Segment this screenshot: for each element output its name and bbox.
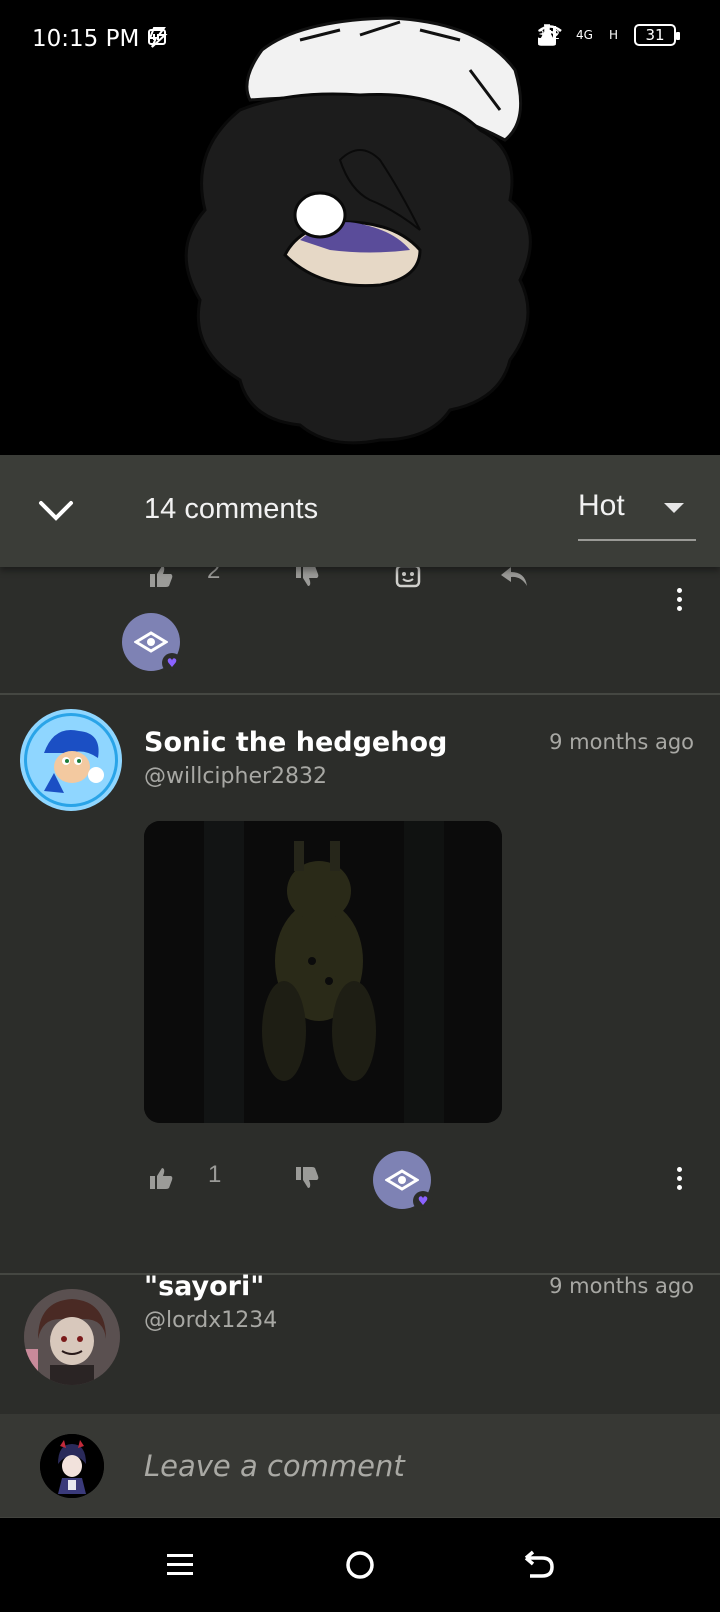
heart-icon: ♥ — [162, 653, 182, 673]
menu-button[interactable] — [152, 1540, 208, 1590]
battery-level: 31 — [645, 26, 665, 44]
more-options-button[interactable] — [664, 1158, 694, 1198]
like-button[interactable] — [146, 1163, 176, 1193]
reply-icon — [501, 567, 527, 586]
divider — [0, 693, 720, 695]
comment-author-handle[interactable]: @lordx1234 — [144, 1308, 277, 1333]
chevron-down-icon — [39, 501, 73, 521]
thumbs-up-icon — [150, 567, 173, 587]
dislike-button[interactable] — [292, 567, 322, 591]
collapse-button[interactable] — [30, 485, 82, 537]
status-time: 10:15 PM — [32, 26, 140, 52]
comments-count: 14 comments — [144, 493, 319, 525]
thumbs-up-icon — [150, 1168, 173, 1189]
thumbs-down-icon — [296, 567, 319, 586]
eye-badge-button[interactable]: ♥ — [373, 1151, 433, 1211]
comment-author-name[interactable]: Sonic the hedgehog — [144, 727, 447, 758]
comment-list[interactable]: 2 ♥ Sonic the hedgehog @willcipher2832 9… — [0, 567, 720, 1414]
avatar[interactable] — [24, 1289, 120, 1385]
post-media-image: 10:15 PM 322 4G H 31 — [0, 0, 720, 455]
more-icon — [676, 587, 682, 593]
like-count: 2 — [207, 567, 221, 584]
heart-icon: ♥ — [413, 1191, 433, 1211]
status-right-icons: 322 4G H 31 — [537, 24, 690, 46]
h-network: H — [608, 28, 618, 42]
emoji-icon — [395, 567, 421, 588]
sort-dropdown[interactable]: Hot — [578, 485, 696, 541]
comment-author-name[interactable]: "sayori" — [144, 1271, 264, 1302]
back-button[interactable] — [512, 1540, 568, 1590]
comments-header: 14 comments Hot — [0, 455, 720, 567]
more-options-button[interactable] — [664, 579, 694, 619]
sort-value: Hot — [578, 489, 625, 522]
battery-icon: 31 — [634, 24, 680, 46]
dropdown-arrow-icon — [664, 503, 684, 513]
status-bar: 10:15 PM 322 4G H 31 — [0, 0, 720, 80]
comment-attachment-image[interactable] — [144, 821, 502, 1123]
menu-icon — [167, 1554, 193, 1575]
thumbs-down-icon — [296, 1167, 319, 1188]
home-button[interactable] — [332, 1540, 388, 1590]
comment-input[interactable] — [144, 1444, 684, 1488]
avatar[interactable] — [20, 709, 122, 811]
home-icon — [346, 1551, 374, 1579]
eye-badge-icon — [385, 1169, 419, 1191]
react-button[interactable] — [392, 567, 424, 591]
back-icon — [524, 1550, 554, 1578]
more-icon — [676, 1166, 682, 1172]
reply-button[interactable] — [498, 567, 530, 591]
like-count: 1 — [208, 1161, 222, 1188]
my-avatar[interactable] — [40, 1434, 104, 1498]
comment-author-handle[interactable]: @willcipher2832 — [144, 764, 327, 789]
comment-timestamp: 9 months ago — [549, 1274, 694, 1298]
system-nav-bar — [0, 1518, 720, 1612]
eye-badge-button[interactable]: ♥ — [122, 613, 182, 673]
comment-timestamp: 9 months ago — [549, 730, 694, 754]
dislike-button[interactable] — [292, 1163, 322, 1193]
like-button[interactable] — [146, 567, 176, 591]
eye-badge-icon — [134, 631, 168, 653]
comment-composer — [0, 1414, 720, 1518]
network-type: 4G — [576, 28, 593, 42]
